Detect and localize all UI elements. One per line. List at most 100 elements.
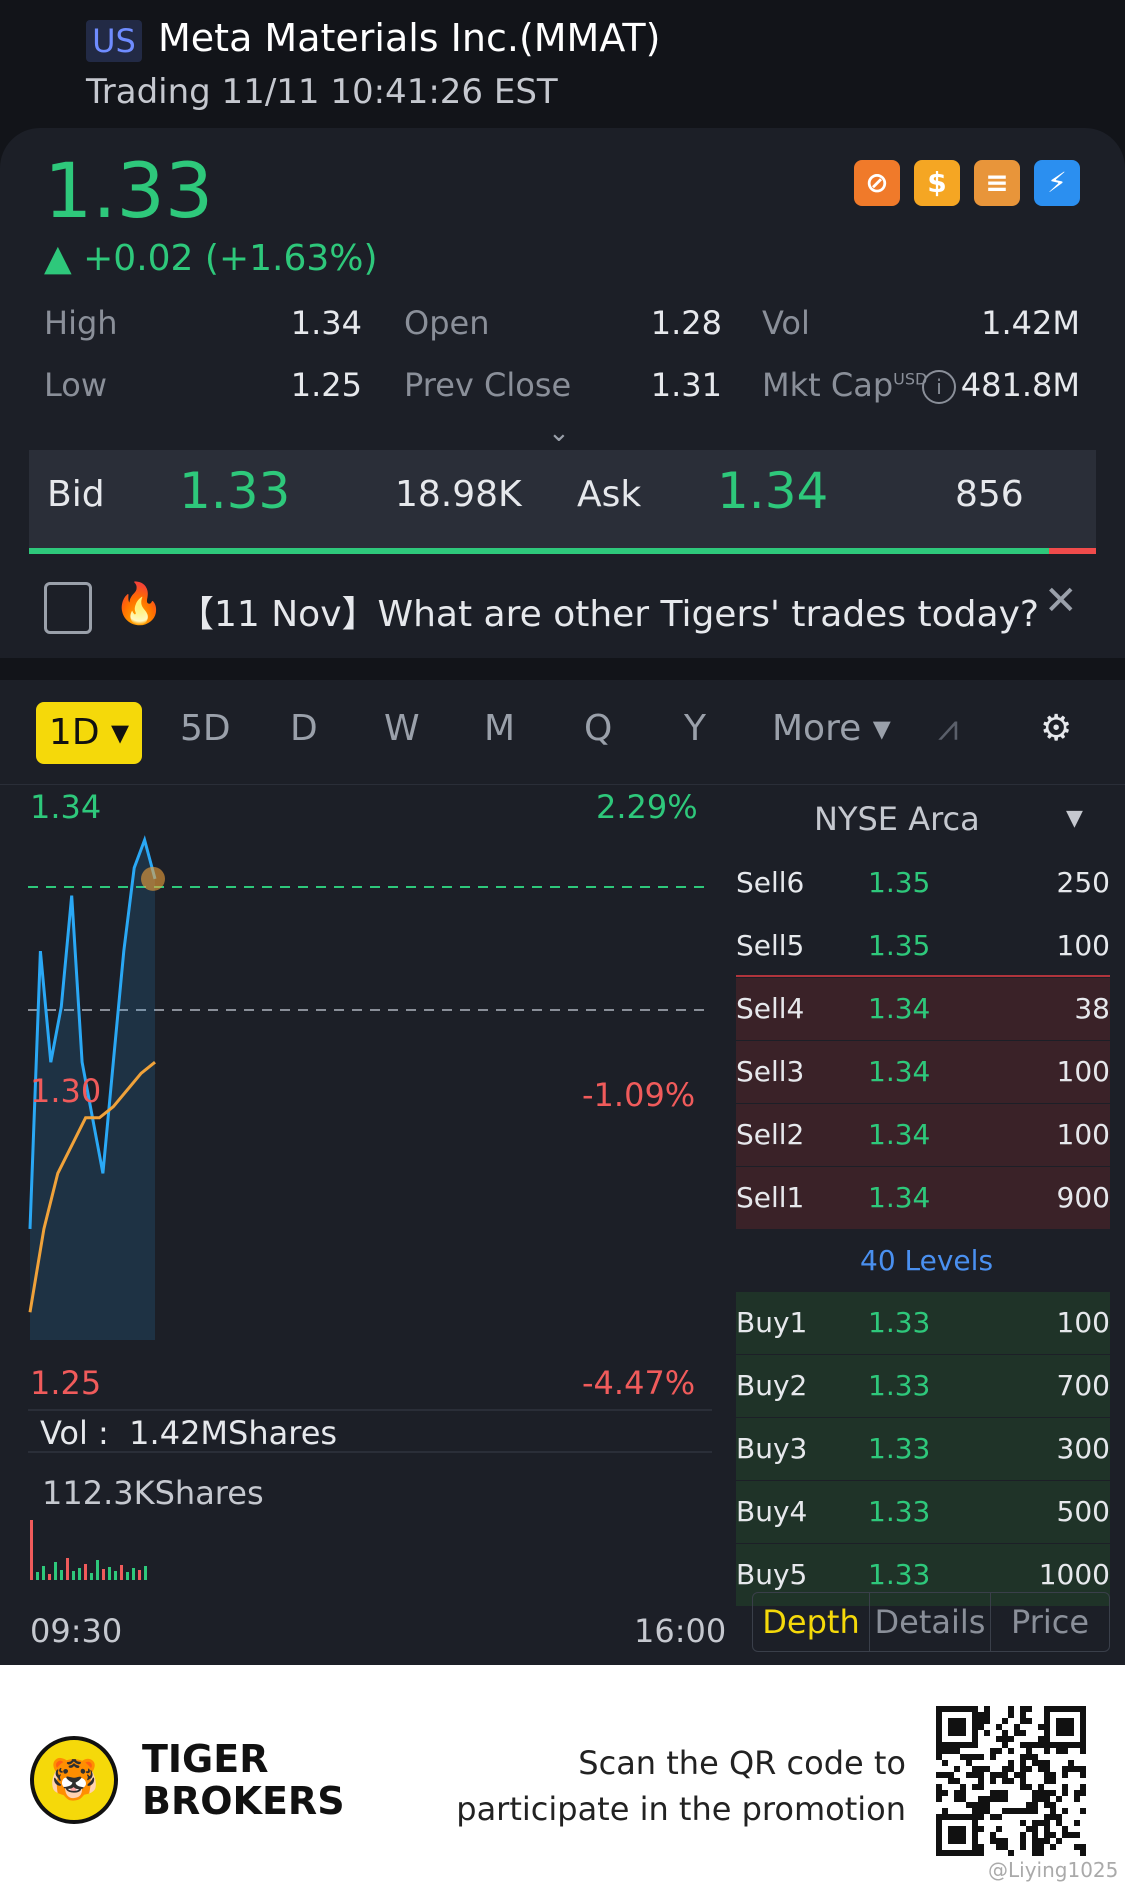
sell-level-price: 1.34 — [868, 1055, 931, 1088]
dollar-icon[interactable]: $ — [914, 160, 960, 206]
fire-icon: 🔥 — [114, 581, 164, 627]
bid-ask-bar: Bid 1.33 18.98K Ask 1.34 856 — [29, 450, 1096, 550]
price-change: ▲ +0.02 (+1.63%) — [44, 238, 378, 279]
y-axis-top-pct: 2.29% — [596, 788, 698, 826]
indicator-icon[interactable]: ⩘ — [938, 708, 958, 750]
qr-code[interactable] — [926, 1696, 1096, 1866]
buy-level-price: 1.33 — [868, 1306, 931, 1339]
volume-bar — [42, 1566, 45, 1580]
volume-bar — [90, 1573, 93, 1580]
chevron-down-icon[interactable]: ⌄ — [548, 418, 570, 448]
prev-close-label: Prev Close — [404, 366, 572, 404]
buy-level-label: Buy3 — [736, 1432, 808, 1465]
volume-bar — [144, 1566, 147, 1580]
sell-level-row[interactable]: Sell2 1.34 100 — [736, 1104, 1110, 1166]
tab-w[interactable]: W — [384, 708, 420, 749]
buy-level-qty: 700 — [1056, 1369, 1110, 1402]
buy-level-label: Buy4 — [736, 1495, 808, 1528]
chevron-down-icon[interactable]: ▼ — [1066, 806, 1083, 831]
buy-level-price: 1.33 — [868, 1369, 931, 1402]
buy-level-label: Buy5 — [736, 1558, 808, 1591]
exchange-selector[interactable]: NYSE Arca — [814, 800, 980, 838]
buy-level-qty: 300 — [1056, 1432, 1110, 1465]
buy-level-label: Buy1 — [736, 1306, 808, 1339]
close-icon[interactable]: ✕ — [1044, 578, 1078, 624]
buy-level-qty: 1000 — [1038, 1558, 1110, 1591]
qr-code-graphic — [936, 1706, 1086, 1856]
levels-button[interactable]: 40 Levels — [860, 1244, 993, 1277]
volume-bar — [72, 1571, 75, 1580]
stock-title: Meta Materials Inc.(MMAT) — [158, 16, 661, 60]
lightning-icon[interactable]: ⚡ — [1034, 160, 1080, 206]
y-axis-mid-pct: -1.09% — [582, 1076, 696, 1114]
volume-bar — [84, 1564, 87, 1580]
tab-d[interactable]: D — [290, 708, 318, 749]
y-axis-top: 1.34 — [30, 788, 102, 826]
sell-level-row[interactable]: Sell3 1.34 100 — [736, 1041, 1110, 1103]
tab-details[interactable]: Details — [870, 1593, 991, 1651]
volume-max-label: 112.3KShares — [42, 1474, 264, 1512]
volume-bar — [30, 1520, 33, 1580]
chart-settings-icon[interactable]: ⚙ — [1040, 708, 1072, 749]
news-text[interactable]: 【11 Nov】What are other Tigers' trades to… — [178, 585, 1039, 637]
volume-bar — [66, 1558, 69, 1580]
stack-icon[interactable]: ≡ — [974, 160, 1020, 206]
prev-close-value: 1.31 — [650, 366, 722, 404]
sell-level-label: Sell5 — [736, 929, 805, 962]
bid-ratio-bar — [29, 548, 1049, 554]
sell-level-label: Sell2 — [736, 1118, 805, 1151]
sell-level-label: Sell4 — [736, 992, 805, 1025]
ask-size: 856 — [955, 474, 1024, 515]
tab-m[interactable]: M — [484, 708, 515, 749]
volume-bar — [36, 1572, 39, 1580]
tab-5d[interactable]: 5D — [180, 708, 231, 749]
buy-level-row[interactable]: Buy3 1.33 300 — [736, 1418, 1110, 1480]
sell-divider — [736, 975, 1110, 977]
market-badge: US — [86, 20, 142, 62]
tab-depth[interactable]: Depth — [753, 1593, 870, 1651]
volume-bar — [138, 1570, 141, 1580]
sell-level-row[interactable]: Sell1 1.34 900 — [736, 1167, 1110, 1229]
volume-bar — [78, 1568, 81, 1580]
tab-y[interactable]: Y — [684, 708, 706, 749]
ask-label: Ask — [577, 474, 642, 515]
sell-level-label: Sell6 — [736, 866, 805, 899]
sell-level-qty: 100 — [1056, 929, 1110, 962]
volume-bars — [30, 1520, 147, 1580]
volume-bar — [108, 1567, 111, 1580]
promo-text: Scan the QR code to participate in the p… — [456, 1744, 906, 1828]
sell-level-row[interactable]: Sell5 1.35 100 — [736, 915, 1110, 977]
sell-level-qty: 250 — [1056, 866, 1110, 899]
info-icon[interactable]: i — [922, 370, 956, 404]
sell-level-row[interactable]: Sell4 1.34 38 — [736, 978, 1110, 1040]
tab-price[interactable]: Price — [991, 1593, 1109, 1651]
tab-more[interactable]: More ▾ — [772, 708, 891, 749]
buy-level-row[interactable]: Buy1 1.33 100 — [736, 1292, 1110, 1354]
sell-level-label: Sell3 — [736, 1055, 805, 1088]
sell-level-price: 1.34 — [868, 1181, 931, 1214]
buy-level-row[interactable]: Buy2 1.33 700 — [736, 1355, 1110, 1417]
volume-summary: Vol : 1.42MShares — [40, 1414, 338, 1452]
buy-level-row[interactable]: Buy4 1.33 500 — [736, 1481, 1110, 1543]
y-axis-bottom: 1.25 — [30, 1364, 102, 1402]
sell-level-price: 1.35 — [868, 866, 931, 899]
sell-level-row[interactable]: Sell6 1.35 250 — [736, 852, 1110, 914]
volume-bar — [126, 1572, 129, 1580]
bid-label: Bid — [47, 474, 105, 515]
buy-level-price: 1.33 — [868, 1432, 931, 1465]
low-value: 1.25 — [290, 366, 362, 404]
current-price-dot[interactable] — [141, 866, 165, 891]
last-price: 1.33 — [44, 146, 214, 235]
volume-bar — [120, 1565, 123, 1580]
no-shorting-icon[interactable]: ⊘ — [854, 160, 900, 206]
sell-level-qty: 100 — [1056, 1118, 1110, 1151]
bid-price: 1.33 — [179, 462, 291, 520]
volume-bar — [132, 1568, 135, 1580]
orderbook-tabs: Depth Details Price — [752, 1592, 1110, 1652]
bid-size: 18.98K — [395, 474, 522, 515]
trading-status: Trading 11/11 10:41:26 EST — [86, 72, 558, 112]
buy-level-qty: 100 — [1056, 1306, 1110, 1339]
brand-name: TIGER BROKERS — [142, 1737, 345, 1823]
tab-q[interactable]: Q — [584, 708, 612, 749]
watermark: @Liying1025 — [988, 1858, 1119, 1882]
